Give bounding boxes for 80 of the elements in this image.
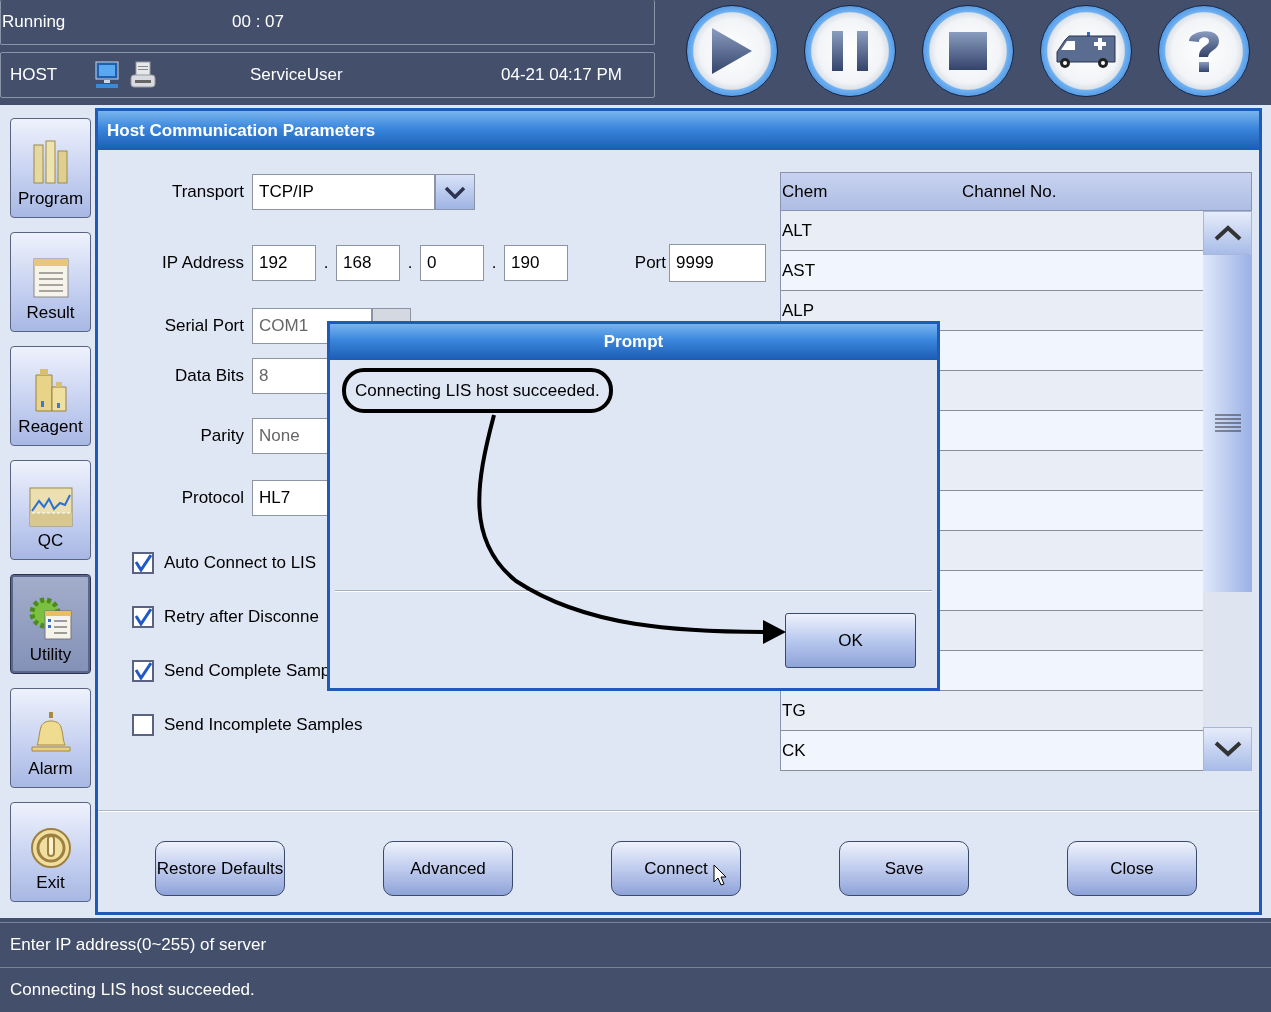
help-icon	[1187, 28, 1221, 74]
action-button[interactable]: Connect	[611, 841, 741, 896]
field-label: Serial Port	[163, 316, 244, 336]
chevron-up-icon	[1213, 225, 1242, 241]
field-label: Transport	[170, 182, 244, 202]
sidebar-item[interactable]: Exit	[10, 802, 91, 902]
table-row[interactable]: AST	[781, 251, 1203, 291]
notepad-icon	[31, 255, 70, 299]
table-row[interactable]: ALT	[781, 211, 1203, 251]
highlighted-message: Connecting LIS host succeeded.	[342, 368, 613, 413]
play-icon	[710, 26, 754, 76]
bottles-icon	[30, 139, 71, 185]
checkbox[interactable]	[132, 552, 154, 574]
sidebar-item[interactable]: Reagent	[10, 346, 91, 446]
sidebar-item[interactable]: Alarm	[10, 688, 91, 788]
checkbox-label: Auto Connect to LIS	[164, 553, 317, 573]
field-label: Port	[634, 253, 666, 273]
checkbox-label: Retry after Disconne	[164, 607, 319, 627]
status-message: Connecting LIS host succeeded.	[0, 967, 1271, 1012]
dropdown-button[interactable]	[435, 174, 475, 210]
sidebar-item[interactable]: Program	[10, 118, 91, 218]
line-chart-icon	[28, 487, 73, 527]
run-state: Running	[2, 12, 67, 32]
action-button[interactable]: Close	[1067, 841, 1197, 896]
monitor-icon	[95, 61, 119, 89]
power-icon	[29, 827, 72, 869]
scroll-up-button[interactable]	[1203, 211, 1252, 255]
date-time: 04-21 04:17 PM	[501, 65, 622, 85]
action-button[interactable]: Save	[839, 841, 969, 896]
chevron-down-icon	[444, 185, 466, 199]
grip-icon	[1214, 413, 1241, 434]
dot-separator: .	[406, 253, 414, 273]
table-cell: TG	[782, 700, 806, 721]
scroll-thumb[interactable]	[1203, 255, 1252, 592]
printer-icon	[130, 61, 156, 89]
sidebar-item[interactable]: Utility	[10, 574, 91, 674]
status-message: Enter IP address(0~255) of server	[0, 922, 1271, 967]
ip-octet-field[interactable]: 190	[504, 245, 568, 281]
table-row[interactable]: ALP	[781, 291, 1203, 331]
mouse-cursor-icon	[713, 864, 727, 886]
stop-icon	[949, 32, 987, 70]
bell-icon	[28, 711, 73, 755]
column-header: Chem	[782, 181, 829, 202]
elapsed-time: 00 : 07	[232, 12, 284, 32]
sidebar-item[interactable]: Result	[10, 232, 91, 332]
panel-title: Host Communication Parameters	[98, 111, 1259, 150]
checkbox-label: Send Incomplete Samples	[164, 715, 363, 735]
ip-octet-field[interactable]: 168	[336, 245, 400, 281]
action-button[interactable]: Advanced	[383, 841, 513, 896]
table-row[interactable]: CK	[781, 731, 1203, 771]
ip-octet-field[interactable]: 192	[252, 245, 316, 281]
field-label: Data Bits	[174, 366, 244, 386]
table-cell: CK	[782, 740, 806, 761]
host-label: HOST	[10, 65, 59, 85]
column-header: Channel No.	[962, 181, 1057, 202]
chevron-down-icon	[1213, 741, 1242, 757]
port-field[interactable]: 9999	[669, 244, 766, 282]
checkbox[interactable]	[132, 660, 154, 682]
action-button[interactable]: Restore Defaults	[155, 841, 285, 896]
ambulance-icon	[1055, 32, 1117, 70]
pause-icon	[830, 31, 870, 71]
field-label: Parity	[199, 426, 244, 446]
table-row[interactable]: TG	[781, 691, 1203, 731]
dropdown-field[interactable]: TCP/IP	[252, 174, 435, 210]
checkbox[interactable]	[132, 606, 154, 628]
field-label: Protocol	[180, 488, 244, 508]
gear-checklist-icon	[28, 597, 73, 641]
user-name: ServiceUser	[250, 65, 344, 85]
checkbox[interactable]	[132, 714, 154, 736]
sidebar-item[interactable]: QC	[10, 460, 91, 560]
table-cell: ALP	[782, 300, 815, 321]
ip-octet-field[interactable]: 0	[420, 245, 484, 281]
ok-button[interactable]: OK	[785, 613, 916, 668]
field-label: IP Address	[161, 253, 244, 273]
scroll-down-button[interactable]	[1203, 727, 1252, 771]
table-cell: AST	[782, 260, 816, 281]
table-cell: ALT	[782, 220, 812, 241]
dialog-title: Prompt	[330, 324, 937, 360]
dot-separator: .	[322, 253, 330, 273]
dot-separator: .	[490, 253, 498, 273]
